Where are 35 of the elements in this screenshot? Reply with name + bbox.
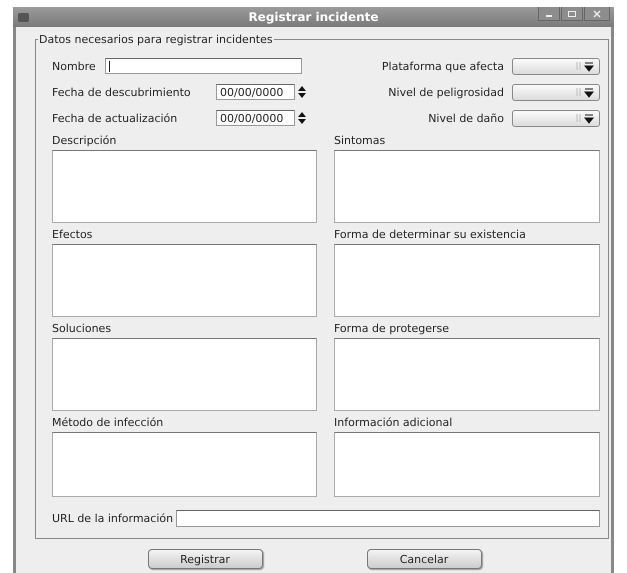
field-label: Información adicional: [334, 416, 454, 429]
field-label: Soluciones: [52, 322, 112, 335]
field-label: Nombre: [52, 60, 96, 72]
dropdown[interactable]: [512, 84, 600, 100]
input-field[interactable]: [104, 58, 302, 74]
minimize-button[interactable]: [538, 7, 560, 21]
field-label: Método de infección: [52, 416, 164, 429]
field-label: Sintomas: [334, 134, 386, 147]
field-label: Nivel de peligrosidad: [388, 86, 504, 98]
maximize-icon: [567, 10, 577, 18]
window-icon: [18, 12, 29, 22]
maximize-button[interactable]: [561, 7, 583, 21]
date-field[interactable]: 00/00/0000: [216, 110, 295, 126]
close-icon: [592, 10, 602, 18]
dropdown-arrow-icon: [576, 86, 596, 98]
date-field[interactable]: 00/00/0000: [216, 84, 295, 100]
dropdown[interactable]: [512, 58, 600, 74]
window-title: Registrar incidente: [248, 10, 379, 24]
dialog-button[interactable]: Registrar: [148, 549, 262, 569]
field-label: Nivel de daño: [428, 112, 504, 124]
dialog-button[interactable]: Cancelar: [366, 549, 482, 569]
field-label: Fecha de actualización: [52, 112, 178, 124]
group-title: Datos necesarios para registrar incidentes: [38, 33, 274, 46]
dropdown[interactable]: [512, 110, 600, 126]
field-label: Forma de protegerse: [334, 322, 450, 335]
field-label: Plataforma que afecta: [382, 60, 504, 72]
input-field[interactable]: [176, 510, 600, 526]
field-label: Fecha de descubrimiento: [52, 86, 192, 98]
field-label: URL de la información: [52, 512, 174, 524]
close-button[interactable]: [584, 7, 610, 21]
dropdown-arrow-icon: [576, 112, 596, 124]
field-label: Forma de determinar su existencia: [334, 228, 527, 241]
field-label: Descripción: [52, 134, 118, 147]
field-label: Efectos: [52, 228, 94, 241]
dropdown-arrow-icon: [576, 60, 596, 72]
